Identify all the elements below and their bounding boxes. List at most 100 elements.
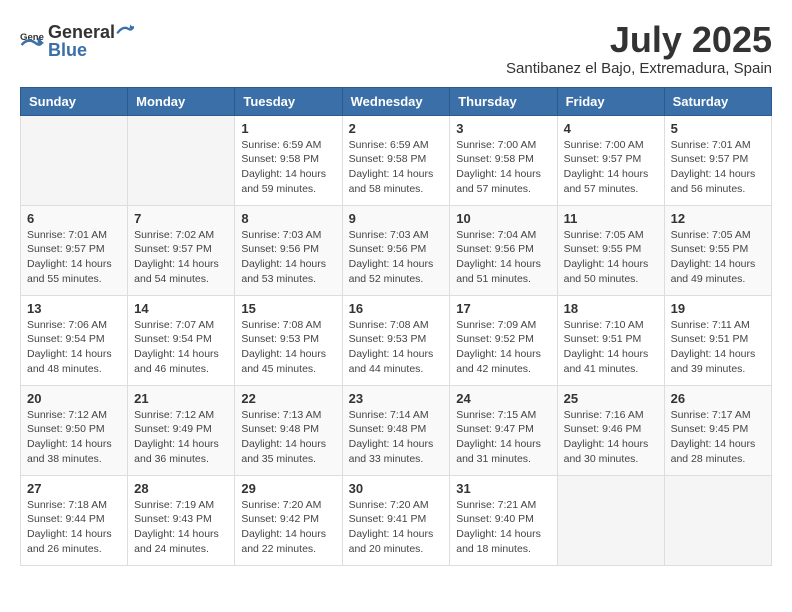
calendar-cell: 3Sunrise: 7:00 AM Sunset: 9:58 PM Daylig… <box>450 115 557 205</box>
calendar-table: Sunday Monday Tuesday Wednesday Thursday… <box>20 87 772 566</box>
calendar-cell: 14 Sunrise: 7:07 AM Sunset: 9:54 PM Dayli… <box>128 295 235 385</box>
calendar-cell: 10 Sunrise: 7:04 AM Sunset: 9:56 PM Dayli… <box>450 205 557 295</box>
day-details: Sunrise: 7:03 AM Sunset: 9:56 PM Dayligh… <box>349 228 444 287</box>
calendar-cell: 4 Sunrise: 7:00 AM Sunset: 9:57 PM Daylig… <box>557 115 664 205</box>
day-details: Sunrise: 7:11 AM Sunset: 9:51 PM Dayligh… <box>671 318 765 377</box>
day-details: Sunrise: 7:10 AM Sunset: 9:51 PM Dayligh… <box>564 318 658 377</box>
calendar-cell: 28 Sunrise: 7:19 AM Sunset: 9:43 PM Dayli… <box>128 475 235 565</box>
day-details: Sunrise: 7:07 AM Sunset: 9:54 PM Dayligh… <box>134 318 228 377</box>
calendar-cell: 7 Sunrise: 7:02 AM Sunset: 9:57 PM Daylig… <box>128 205 235 295</box>
day-details: Sunrise: 7:02 AM Sunset: 9:57 PM Dayligh… <box>134 228 228 287</box>
day-number: 29 <box>241 481 335 496</box>
day-number: 6 <box>27 211 121 226</box>
day-details: Sunrise: 7:08 AM Sunset: 9:53 PM Dayligh… <box>349 318 444 377</box>
calendar-cell: 8 Sunrise: 7:03 AM Sunset: 9:56 PM Daylig… <box>235 205 342 295</box>
day-number: 28 <box>134 481 228 496</box>
day-details: Sunrise: 7:12 AM Sunset: 9:50 PM Dayligh… <box>27 408 121 467</box>
day-details: Sunrise: 7:21 AM Sunset: 9:40 PM Dayligh… <box>456 498 550 557</box>
day-details: Sunrise: 7:19 AM Sunset: 9:43 PM Dayligh… <box>134 498 228 557</box>
day-number: 31 <box>456 481 550 496</box>
day-number: 10 <box>456 211 550 226</box>
day-number: 15 <box>241 301 335 316</box>
day-number: 25 <box>564 391 658 406</box>
calendar-cell: 27 Sunrise: 7:18 AM Sunset: 9:44 PM Dayli… <box>21 475 128 565</box>
day-details: Sunrise: 7:04 AM Sunset: 9:56 PM Dayligh… <box>456 228 550 287</box>
day-details: Sunrise: 6:59 AM Sunset: 9:58 PM Dayligh… <box>349 138 444 197</box>
day-details: Sunrise: 7:08 AM Sunset: 9:53 PM Dayligh… <box>241 318 335 377</box>
day-details: Sunrise: 7:01 AM Sunset: 9:57 PM Dayligh… <box>671 138 765 197</box>
day-details: Sunrise: 7:01 AM Sunset: 9:57 PM Dayligh… <box>27 228 121 287</box>
day-number: 19 <box>671 301 765 316</box>
calendar-cell: 23 Sunrise: 7:14 AM Sunset: 9:48 PM Dayli… <box>342 385 450 475</box>
logo-icon: General <box>20 29 44 53</box>
calendar-cell: 16 Sunrise: 7:08 AM Sunset: 9:53 PM Dayli… <box>342 295 450 385</box>
day-number: 1 <box>241 121 335 136</box>
day-number: 8 <box>241 211 335 226</box>
day-details: Sunrise: 7:18 AM Sunset: 9:44 PM Dayligh… <box>27 498 121 557</box>
page-header: General General Blue July 2025 Santibane… <box>20 20 772 77</box>
day-number: 23 <box>349 391 444 406</box>
day-number: 11 <box>564 211 658 226</box>
day-details: Sunrise: 7:03 AM Sunset: 9:56 PM Dayligh… <box>241 228 335 287</box>
calendar-cell: 30 Sunrise: 7:20 AM Sunset: 9:41 PM Dayli… <box>342 475 450 565</box>
week-row-4: 20 Sunrise: 7:12 AM Sunset: 9:50 PM Dayli… <box>21 385 772 475</box>
calendar-cell: 9 Sunrise: 7:03 AM Sunset: 9:56 PM Daylig… <box>342 205 450 295</box>
col-friday: Friday <box>557 87 664 115</box>
day-number: 21 <box>134 391 228 406</box>
calendar-cell: 13Sunrise: 7:06 AM Sunset: 9:54 PM Dayli… <box>21 295 128 385</box>
month-title: July 2025 <box>506 20 772 60</box>
calendar-cell: 29 Sunrise: 7:20 AM Sunset: 9:42 PM Dayli… <box>235 475 342 565</box>
day-number: 18 <box>564 301 658 316</box>
col-wednesday: Wednesday <box>342 87 450 115</box>
header-row: Sunday Monday Tuesday Wednesday Thursday… <box>21 87 772 115</box>
logo-bird-icon <box>116 20 134 38</box>
day-details: Sunrise: 7:17 AM Sunset: 9:45 PM Dayligh… <box>671 408 765 467</box>
day-number: 4 <box>564 121 658 136</box>
logo-text-blue: Blue <box>48 40 87 60</box>
logo: General General Blue <box>20 20 135 61</box>
day-details: Sunrise: 7:15 AM Sunset: 9:47 PM Dayligh… <box>456 408 550 467</box>
calendar-cell <box>664 475 771 565</box>
calendar-cell: 17Sunrise: 7:09 AM Sunset: 9:52 PM Dayli… <box>450 295 557 385</box>
day-number: 16 <box>349 301 444 316</box>
day-number: 27 <box>27 481 121 496</box>
calendar-cell: 20 Sunrise: 7:12 AM Sunset: 9:50 PM Dayli… <box>21 385 128 475</box>
calendar-cell: 22Sunrise: 7:13 AM Sunset: 9:48 PM Dayli… <box>235 385 342 475</box>
week-row-1: 1 Sunrise: 6:59 AM Sunset: 9:58 PM Daylig… <box>21 115 772 205</box>
day-number: 5 <box>671 121 765 136</box>
col-monday: Monday <box>128 87 235 115</box>
day-details: Sunrise: 7:20 AM Sunset: 9:42 PM Dayligh… <box>241 498 335 557</box>
day-number: 7 <box>134 211 228 226</box>
col-tuesday: Tuesday <box>235 87 342 115</box>
col-thursday: Thursday <box>450 87 557 115</box>
week-row-5: 27 Sunrise: 7:18 AM Sunset: 9:44 PM Dayli… <box>21 475 772 565</box>
calendar-cell: 19 Sunrise: 7:11 AM Sunset: 9:51 PM Dayli… <box>664 295 771 385</box>
day-details: Sunrise: 7:00 AM Sunset: 9:57 PM Dayligh… <box>564 138 658 197</box>
title-area: July 2025 Santibanez el Bajo, Extremadur… <box>506 20 772 77</box>
calendar-cell: 5 Sunrise: 7:01 AM Sunset: 9:57 PM Daylig… <box>664 115 771 205</box>
week-row-3: 13Sunrise: 7:06 AM Sunset: 9:54 PM Dayli… <box>21 295 772 385</box>
day-details: Sunrise: 7:20 AM Sunset: 9:41 PM Dayligh… <box>349 498 444 557</box>
day-details: Sunrise: 7:13 AM Sunset: 9:48 PM Dayligh… <box>241 408 335 467</box>
day-details: Sunrise: 7:14 AM Sunset: 9:48 PM Dayligh… <box>349 408 444 467</box>
day-number: 24 <box>456 391 550 406</box>
day-number: 14 <box>134 301 228 316</box>
day-details: Sunrise: 7:05 AM Sunset: 9:55 PM Dayligh… <box>564 228 658 287</box>
calendar-cell: 11 Sunrise: 7:05 AM Sunset: 9:55 PM Dayli… <box>557 205 664 295</box>
week-row-2: 6 Sunrise: 7:01 AM Sunset: 9:57 PM Daylig… <box>21 205 772 295</box>
col-sunday: Sunday <box>21 87 128 115</box>
day-number: 9 <box>349 211 444 226</box>
day-number: 26 <box>671 391 765 406</box>
day-number: 30 <box>349 481 444 496</box>
day-number: 17 <box>456 301 550 316</box>
day-details: Sunrise: 7:05 AM Sunset: 9:55 PM Dayligh… <box>671 228 765 287</box>
day-number: 20 <box>27 391 121 406</box>
day-number: 13 <box>27 301 121 316</box>
calendar-cell <box>557 475 664 565</box>
calendar-cell: 12Sunrise: 7:05 AM Sunset: 9:55 PM Dayli… <box>664 205 771 295</box>
calendar-cell: 2Sunrise: 6:59 AM Sunset: 9:58 PM Daylig… <box>342 115 450 205</box>
calendar-cell: 15 Sunrise: 7:08 AM Sunset: 9:53 PM Dayli… <box>235 295 342 385</box>
calendar-cell: 6 Sunrise: 7:01 AM Sunset: 9:57 PM Daylig… <box>21 205 128 295</box>
day-number: 3 <box>456 121 550 136</box>
location-title: Santibanez el Bajo, Extremadura, Spain <box>506 60 772 77</box>
